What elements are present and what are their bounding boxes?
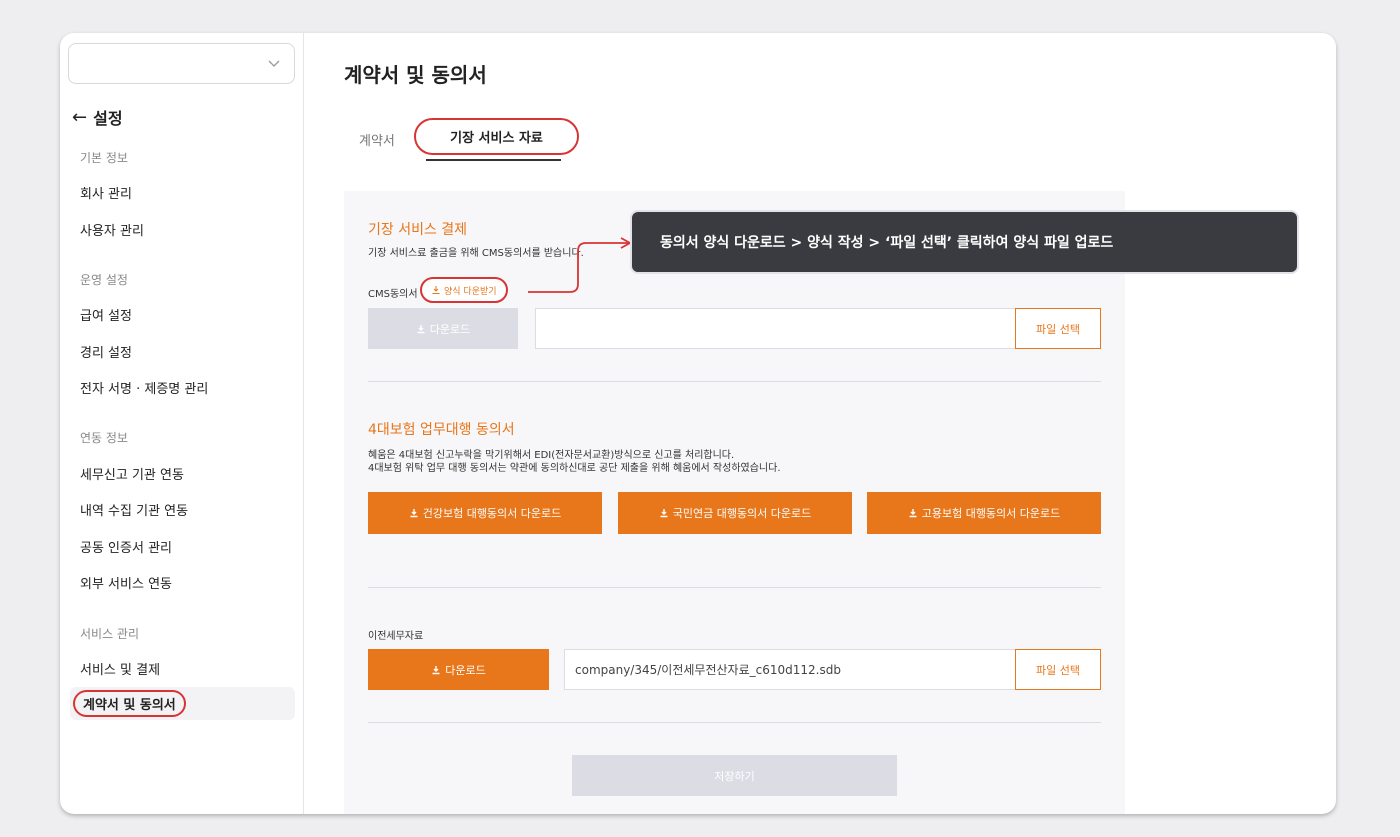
divider	[368, 587, 1101, 588]
download-icon	[432, 665, 440, 674]
nav-group-link: 연동 정보	[80, 431, 128, 445]
guide-tooltip: 동의서 양식 다운로드 > 양식 작성 > ‘파일 선택’ 클릭하여 양식 파일…	[630, 210, 1299, 274]
page-title: 계약서 및 동의서	[344, 63, 487, 87]
active-tab-indicator	[426, 159, 561, 161]
divider	[368, 722, 1101, 723]
sidebar-item-external[interactable]: 외부 서비스 연동	[80, 573, 172, 592]
back-label: 설정	[93, 109, 123, 128]
app-window: ← 설정 기본 정보 회사 관리 사용자 관리 운영 설정 급여 설정 경리 설…	[60, 33, 1336, 814]
section-title-cms: 기장 서비스 결제	[368, 222, 468, 238]
sidebar-item-service-pay[interactable]: 서비스 및 결제	[80, 659, 160, 678]
sidebar: ← 설정 기본 정보 회사 관리 사용자 관리 운영 설정 급여 설정 경리 설…	[60, 33, 304, 814]
sidebar-item-esign[interactable]: 전자 서명 · 제증명 관리	[80, 378, 208, 397]
download-icon	[909, 509, 917, 518]
prev-tax-label: 이전세무자료	[368, 631, 424, 642]
download-icon	[660, 509, 668, 518]
tab-bookkeeping-docs[interactable]: 기장 서비스 자료	[414, 118, 579, 155]
save-button[interactable]: 저장하기	[572, 755, 897, 796]
sidebar-item-history-link[interactable]: 내역 수집 기관 연동	[80, 500, 188, 519]
company-select[interactable]	[68, 43, 295, 84]
section-desc-cms: 기장 서비스료 출금을 위해 CMS동의서를 받습니다.	[368, 248, 584, 259]
pension-download-button[interactable]: 국민연금 대행동의서 다운로드	[618, 492, 852, 534]
health-insurance-download-button[interactable]: 건강보험 대행동의서 다운로드	[368, 492, 602, 534]
cms-download-label: 다운로드	[429, 322, 471, 336]
sidebar-item-contracts[interactable]: 계약서 및 동의서	[73, 690, 186, 717]
cms-field-label: CMS동의서	[368, 289, 418, 300]
section-desc-insurance-2: 4대보험 위탁 업무 대행 동의서는 약관에 동의하신대로 공단 제출을 위해 …	[368, 463, 781, 474]
back-arrow-icon: ←	[72, 106, 88, 128]
sidebar-item-users[interactable]: 사용자 관리	[80, 220, 144, 239]
divider	[368, 381, 1101, 382]
download-icon	[417, 324, 425, 333]
tab-contracts[interactable]: 계약서	[359, 130, 395, 149]
content-card: 기장 서비스 결제 기장 서비스료 출금을 위해 CMS동의서를 받습니다. C…	[344, 191, 1125, 814]
back-button[interactable]: ← 설정	[72, 105, 123, 129]
form-download-link[interactable]: 양식 다운받기	[420, 277, 508, 303]
employment-insurance-download-label: 고용보험 대행동의서 다운로드	[921, 507, 1061, 520]
nav-group-ops: 운영 설정	[80, 273, 128, 287]
download-icon	[410, 509, 418, 518]
sidebar-item-cert[interactable]: 공동 인증서 관리	[80, 537, 172, 556]
sidebar-item-payroll[interactable]: 급여 설정	[80, 305, 132, 324]
download-icon	[432, 286, 440, 294]
prev-tax-download-label: 다운로드	[445, 663, 486, 677]
nav-group-service: 서비스 관리	[80, 627, 140, 641]
sidebar-item-company[interactable]: 회사 관리	[80, 183, 132, 202]
sidebar-item-accounting[interactable]: 경리 설정	[80, 342, 132, 361]
employment-insurance-download-button[interactable]: 고용보험 대행동의서 다운로드	[867, 492, 1101, 534]
chevron-down-icon	[268, 60, 280, 67]
sidebar-item-tax-link[interactable]: 세무신고 기관 연동	[80, 464, 184, 483]
prev-tax-file-select-button[interactable]: 파일 선택	[1015, 649, 1101, 690]
cms-download-button[interactable]: 다운로드	[368, 308, 518, 349]
main-panel: 계약서 및 동의서 계약서 기장 서비스 자료 기장 서비스 결제 기장 서비스…	[304, 33, 1336, 814]
cms-file-select-button[interactable]: 파일 선택	[1015, 308, 1101, 349]
nav-group-basic: 기본 정보	[80, 151, 128, 165]
form-download-label: 양식 다운받기	[444, 286, 497, 297]
health-insurance-download-label: 건강보험 대행동의서 다운로드	[422, 507, 562, 520]
prev-tax-download-button[interactable]: 다운로드	[368, 649, 549, 690]
pension-download-label: 국민연금 대행동의서 다운로드	[672, 507, 812, 520]
cms-file-field[interactable]	[535, 308, 1017, 349]
prev-tax-file-field[interactable]: company/345/이전세무전산자료_c610d112.sdb	[564, 649, 1017, 690]
section-title-insurance: 4대보험 업무대행 동의서	[368, 422, 515, 438]
